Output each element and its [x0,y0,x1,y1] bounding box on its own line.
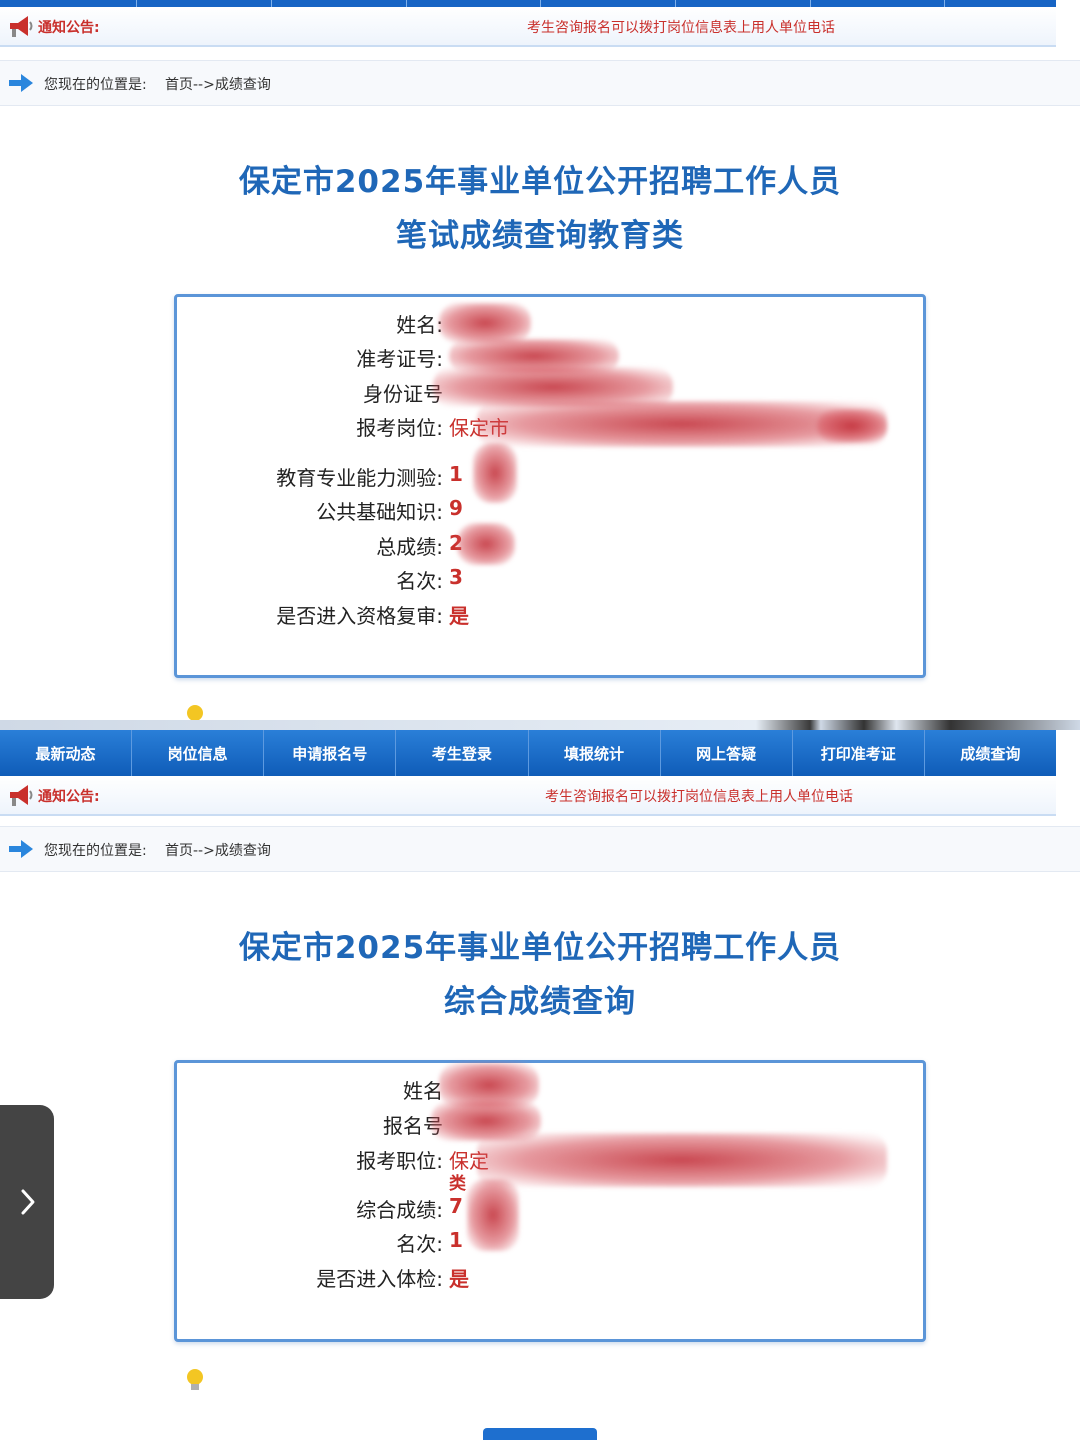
location-path[interactable]: 首页-->成绩查询 [165,74,271,94]
row-rank: 名次: 3 [396,565,463,593]
notice-bar: 通知公告: 考生咨询报名可以拨打岗位信息表上用人单位电话 [0,776,1056,816]
redaction-mark [467,1179,519,1251]
notice-bar: 通知公告: 考生咨询报名可以拨打岗位信息表上用人单位电话 [0,7,1056,47]
nav-item-print-ticket[interactable]: 打印准考证 [793,730,925,776]
row-name: 姓名 [403,1079,443,1103]
arrow-right-icon [9,74,33,92]
redaction-mark [817,409,887,443]
row-edu-test: 教育专业能力测验: 1 [276,462,463,490]
arrow-right-icon [9,840,33,858]
overall-result-box: 姓名 报名号 报考职位: 保定 类 综合成绩: 7 名次: 1 是否进入体检: … [174,1060,926,1342]
breadcrumb: 您现在的位置是: 首页-->成绩查询 [0,826,1080,872]
breadcrumb: 您现在的位置是: 首页-->成绩查询 [0,60,1080,106]
megaphone-icon [10,16,33,37]
row-total: 总成绩: 2 [376,531,463,559]
megaphone-icon [10,785,33,806]
row-overall-score: 综合成绩: 7 [356,1194,463,1222]
nav-item-latest[interactable]: 最新动态 [0,730,133,776]
overall-score-panel: 最新动态 岗位信息 申请报名号 考生登录 填报统计 网上答疑 打印准考证 成绩查… [0,720,1080,1440]
location-label: 您现在的位置是: [44,77,147,93]
redaction-mark [457,523,515,565]
bulb-icon [187,1369,203,1390]
row-rank: 名次: 1 [396,1228,463,1256]
notice-marquee[interactable]: 考生咨询报名可以拨打岗位信息表上用人单位电话 [527,17,835,37]
nav-item-login[interactable]: 考生登录 [396,730,529,776]
nav-item-apply-number[interactable]: 申请报名号 [264,730,397,776]
redaction-mark [473,443,517,503]
page-subtitle: 笔试成绩查询教育类 [396,218,684,254]
location-path[interactable]: 首页-->成绩查询 [165,840,271,860]
screen-seam [0,720,1080,730]
redaction-mark [477,1133,887,1187]
nav-item-score-query[interactable]: 成绩查询 [925,730,1056,776]
nav-item-statistics[interactable]: 填报统计 [529,730,661,776]
notice-label: 通知公告: [38,789,100,805]
query-button[interactable] [483,1428,597,1440]
nav-item-qa[interactable]: 网上答疑 [661,730,793,776]
nav-item-posts[interactable]: 岗位信息 [132,730,265,776]
side-drawer-handle[interactable] [0,1105,54,1299]
nav-strip [0,0,1056,7]
written-score-panel: 通知公告: 考生咨询报名可以拨打岗位信息表上用人单位电话 您现在的位置是: 首页… [0,0,1080,720]
row-name: 姓名: [396,313,443,337]
location-label: 您现在的位置是: [44,843,147,859]
page-title: 保定市2025年事业单位公开招聘工作人员 [238,164,842,200]
bulb-icon [187,705,203,720]
main-nav: 最新动态 岗位信息 申请报名号 考生登录 填报统计 网上答疑 打印准考证 成绩查… [0,730,1056,776]
notice-marquee[interactable]: 考生咨询报名可以拨打岗位信息表上用人单位电话 [545,786,870,806]
redaction-mark [439,303,531,343]
written-result-box: 姓名: 准考证号: 身份证号 报考岗位: 保定市 教育专业能力测验: 1 公共基… [174,294,926,678]
row-public-knowledge: 公共基础知识: 9 [316,496,463,524]
row-review: 是否进入资格复审: 是 [276,604,469,628]
chevron-right-icon [21,1189,35,1215]
notice-label: 通知公告: [38,20,100,36]
row-physical-exam: 是否进入体检: 是 [316,1267,469,1291]
page-title: 保定市2025年事业单位公开招聘工作人员 [238,930,842,966]
page-subtitle: 综合成绩查询 [444,984,636,1020]
